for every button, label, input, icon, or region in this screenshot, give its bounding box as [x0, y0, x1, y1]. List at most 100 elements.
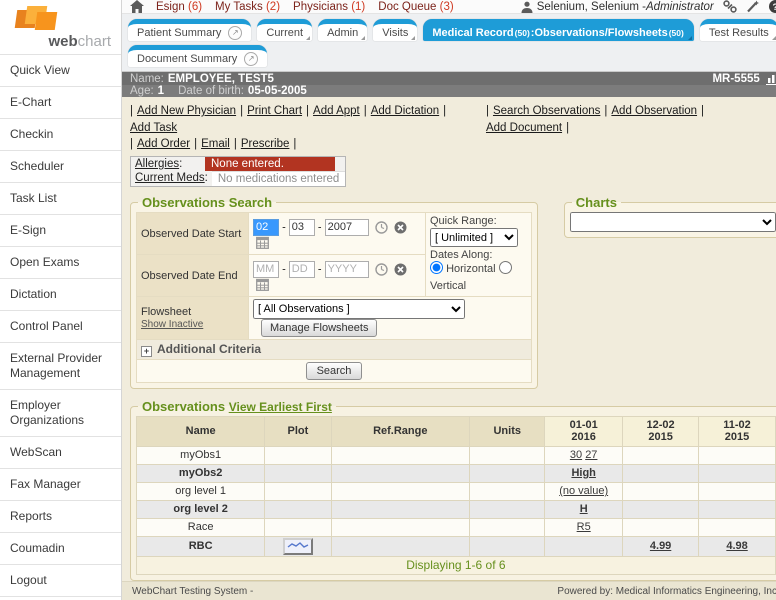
end-day-input[interactable]	[289, 261, 315, 278]
link-email[interactable]: Email	[201, 136, 230, 153]
help-icon[interactable]: ?	[769, 0, 776, 13]
sparkline-plot-button[interactable]	[283, 538, 313, 555]
tab-patient-summary[interactable]: Patient Summary ↗	[128, 19, 251, 41]
col-date-3: 11-022015	[699, 416, 775, 446]
home-icon[interactable]	[130, 0, 144, 13]
nav-physicians[interactable]: Physicians (1)	[293, 1, 365, 13]
additional-criteria-toggle[interactable]: +Additional Criteria	[137, 340, 532, 360]
sidebar-item-control-panel[interactable]: Control Panel	[0, 310, 121, 342]
obs-name: myObs2	[137, 464, 265, 482]
link-add-appt[interactable]: Add Appt	[313, 103, 360, 120]
sidebar-item-checkin[interactable]: Checkin	[0, 118, 121, 150]
allergies-value: None entered.	[205, 157, 335, 171]
tab-label: Medical Record	[432, 27, 513, 39]
sidebar-item-e-chart[interactable]: E-Chart	[0, 86, 121, 118]
link-add-new-physician[interactable]: Add New Physician	[137, 103, 236, 120]
obs-value-link[interactable]: 4.99	[650, 540, 671, 552]
sidebar-item-fax-manager[interactable]: Fax Manager	[0, 468, 121, 500]
sidebar-item-open-exams[interactable]: Open Exams	[0, 246, 121, 278]
clear-date-icon[interactable]	[394, 221, 407, 234]
show-inactive-link[interactable]: Show Inactive	[141, 319, 203, 330]
vertical-label: Vertical	[430, 280, 466, 292]
clear-date-icon[interactable]	[394, 263, 407, 276]
chart-icon[interactable]	[766, 72, 776, 85]
wand-icon[interactable]	[746, 0, 760, 13]
sparkline-icon	[287, 541, 309, 551]
dob-label: Date of birth:	[178, 85, 244, 97]
sidebar-item-quick-view[interactable]: Quick View	[0, 54, 121, 86]
start-day-input[interactable]	[289, 219, 315, 236]
separator: |	[293, 136, 296, 153]
link-search-observations[interactable]: Search Observations	[493, 103, 600, 120]
link-prescribe[interactable]: Prescribe	[241, 136, 290, 153]
charts-select[interactable]	[570, 212, 776, 232]
user-menu[interactable]: Selenium, Selenium - Administrator	[521, 1, 714, 13]
sidebar-item-task-list[interactable]: Task List	[0, 182, 121, 214]
link-add-observation[interactable]: Add Observation	[611, 103, 697, 120]
clock-icon[interactable]	[375, 263, 388, 276]
link-add-order[interactable]: Add Order	[137, 136, 190, 153]
sidebar-item-e-sign[interactable]: E-Sign	[0, 214, 121, 246]
obs-value-link[interactable]: 27	[585, 448, 597, 463]
start-year-input[interactable]	[325, 219, 369, 236]
link-add-task[interactable]: Add Task	[130, 120, 177, 137]
calendar-icon[interactable]	[256, 278, 269, 291]
obs-value-link[interactable]: R5	[577, 521, 591, 533]
tab-visits[interactable]: Visits	[373, 19, 417, 41]
obs-value-link[interactable]: High	[571, 467, 595, 479]
nav-esign[interactable]: Esign (6)	[156, 1, 202, 13]
patient-name-bar: Name: EMPLOYEE, TEST5 MR-5555	[122, 72, 776, 85]
sidebar-item-scheduler[interactable]: Scheduler	[0, 150, 121, 182]
sidebar-item-dictation[interactable]: Dictation	[0, 278, 121, 310]
sidebar-item-logout[interactable]: Logout	[0, 564, 121, 596]
tab-admin[interactable]: Admin	[318, 19, 367, 41]
webchart-logo[interactable]: webchart	[0, 0, 121, 54]
flowsheet-label: Flowsheet	[141, 306, 191, 318]
tab-current[interactable]: Current	[257, 19, 312, 41]
nav-doc-queue[interactable]: Doc Queue (3)	[378, 1, 453, 13]
popout-icon[interactable]: ↗	[228, 26, 242, 40]
quick-range-select[interactable]: [ Unlimited ]	[430, 228, 518, 247]
current-meds-link[interactable]: Current Meds	[135, 172, 205, 184]
observation-row-race: Race R5	[137, 518, 776, 536]
calendar-icon[interactable]	[256, 236, 269, 249]
sidebar-item-external-provider-management[interactable]: External Provider Management	[0, 342, 121, 389]
manage-flowsheets-button[interactable]: Manage Flowsheets	[261, 319, 377, 337]
search-button[interactable]: Search	[306, 362, 363, 380]
colon: :	[179, 158, 182, 170]
tab-document-summary[interactable]: Document Summary ↗	[128, 45, 267, 67]
sidebar-item-webscan[interactable]: WebScan	[0, 436, 121, 468]
end-year-input[interactable]	[325, 261, 369, 278]
sidebar-item-coumadin[interactable]: Coumadin	[0, 532, 121, 564]
dates-along-horizontal-radio[interactable]	[430, 261, 443, 274]
sidebar-item-employer-organizations[interactable]: Employer Organizations	[0, 389, 121, 436]
end-month-input[interactable]	[253, 261, 279, 278]
link-add-document[interactable]: Add Document	[486, 120, 562, 137]
charts-panel: Charts	[564, 195, 776, 238]
obs-value-link[interactable]: (no value)	[559, 485, 608, 497]
tab-test-results[interactable]: Test Results	[700, 19, 776, 41]
expand-icon[interactable]: +	[141, 346, 152, 357]
sidebar-pin-toggle[interactable]	[0, 596, 121, 600]
obs-value-link[interactable]: H	[580, 503, 588, 515]
user-role: Administrator	[646, 1, 714, 13]
flowsheet-select[interactable]: [ All Observations ]	[253, 299, 465, 319]
obs-value-link[interactable]: 30	[570, 448, 582, 463]
link-print-chart[interactable]: Print Chart	[247, 103, 302, 120]
clock-icon[interactable]	[375, 221, 388, 234]
link-icon[interactable]	[723, 0, 737, 13]
tab-medical-record-observations[interactable]: Medical Record (50) : Observations/Flows…	[423, 19, 694, 41]
start-month-input[interactable]	[253, 219, 279, 236]
link-add-dictation[interactable]: Add Dictation	[371, 103, 439, 120]
dates-along-vertical-radio[interactable]	[499, 261, 512, 274]
obs-value-link[interactable]: 4.98	[726, 540, 747, 552]
nav-my-tasks[interactable]: My Tasks (2)	[215, 1, 280, 13]
view-earliest-first-link[interactable]: View Earliest First	[229, 400, 332, 414]
displaying-status: Displaying 1-6 of 6	[137, 556, 776, 574]
sidebar-item-reports[interactable]: Reports	[0, 500, 121, 532]
flowsheet-label-cell: Flowsheet Show Inactive	[137, 297, 249, 340]
separator: |	[604, 103, 607, 120]
allergies-link[interactable]: Allergies	[135, 158, 179, 170]
popout-icon[interactable]: ↗	[244, 52, 258, 66]
separator: |	[306, 103, 309, 120]
